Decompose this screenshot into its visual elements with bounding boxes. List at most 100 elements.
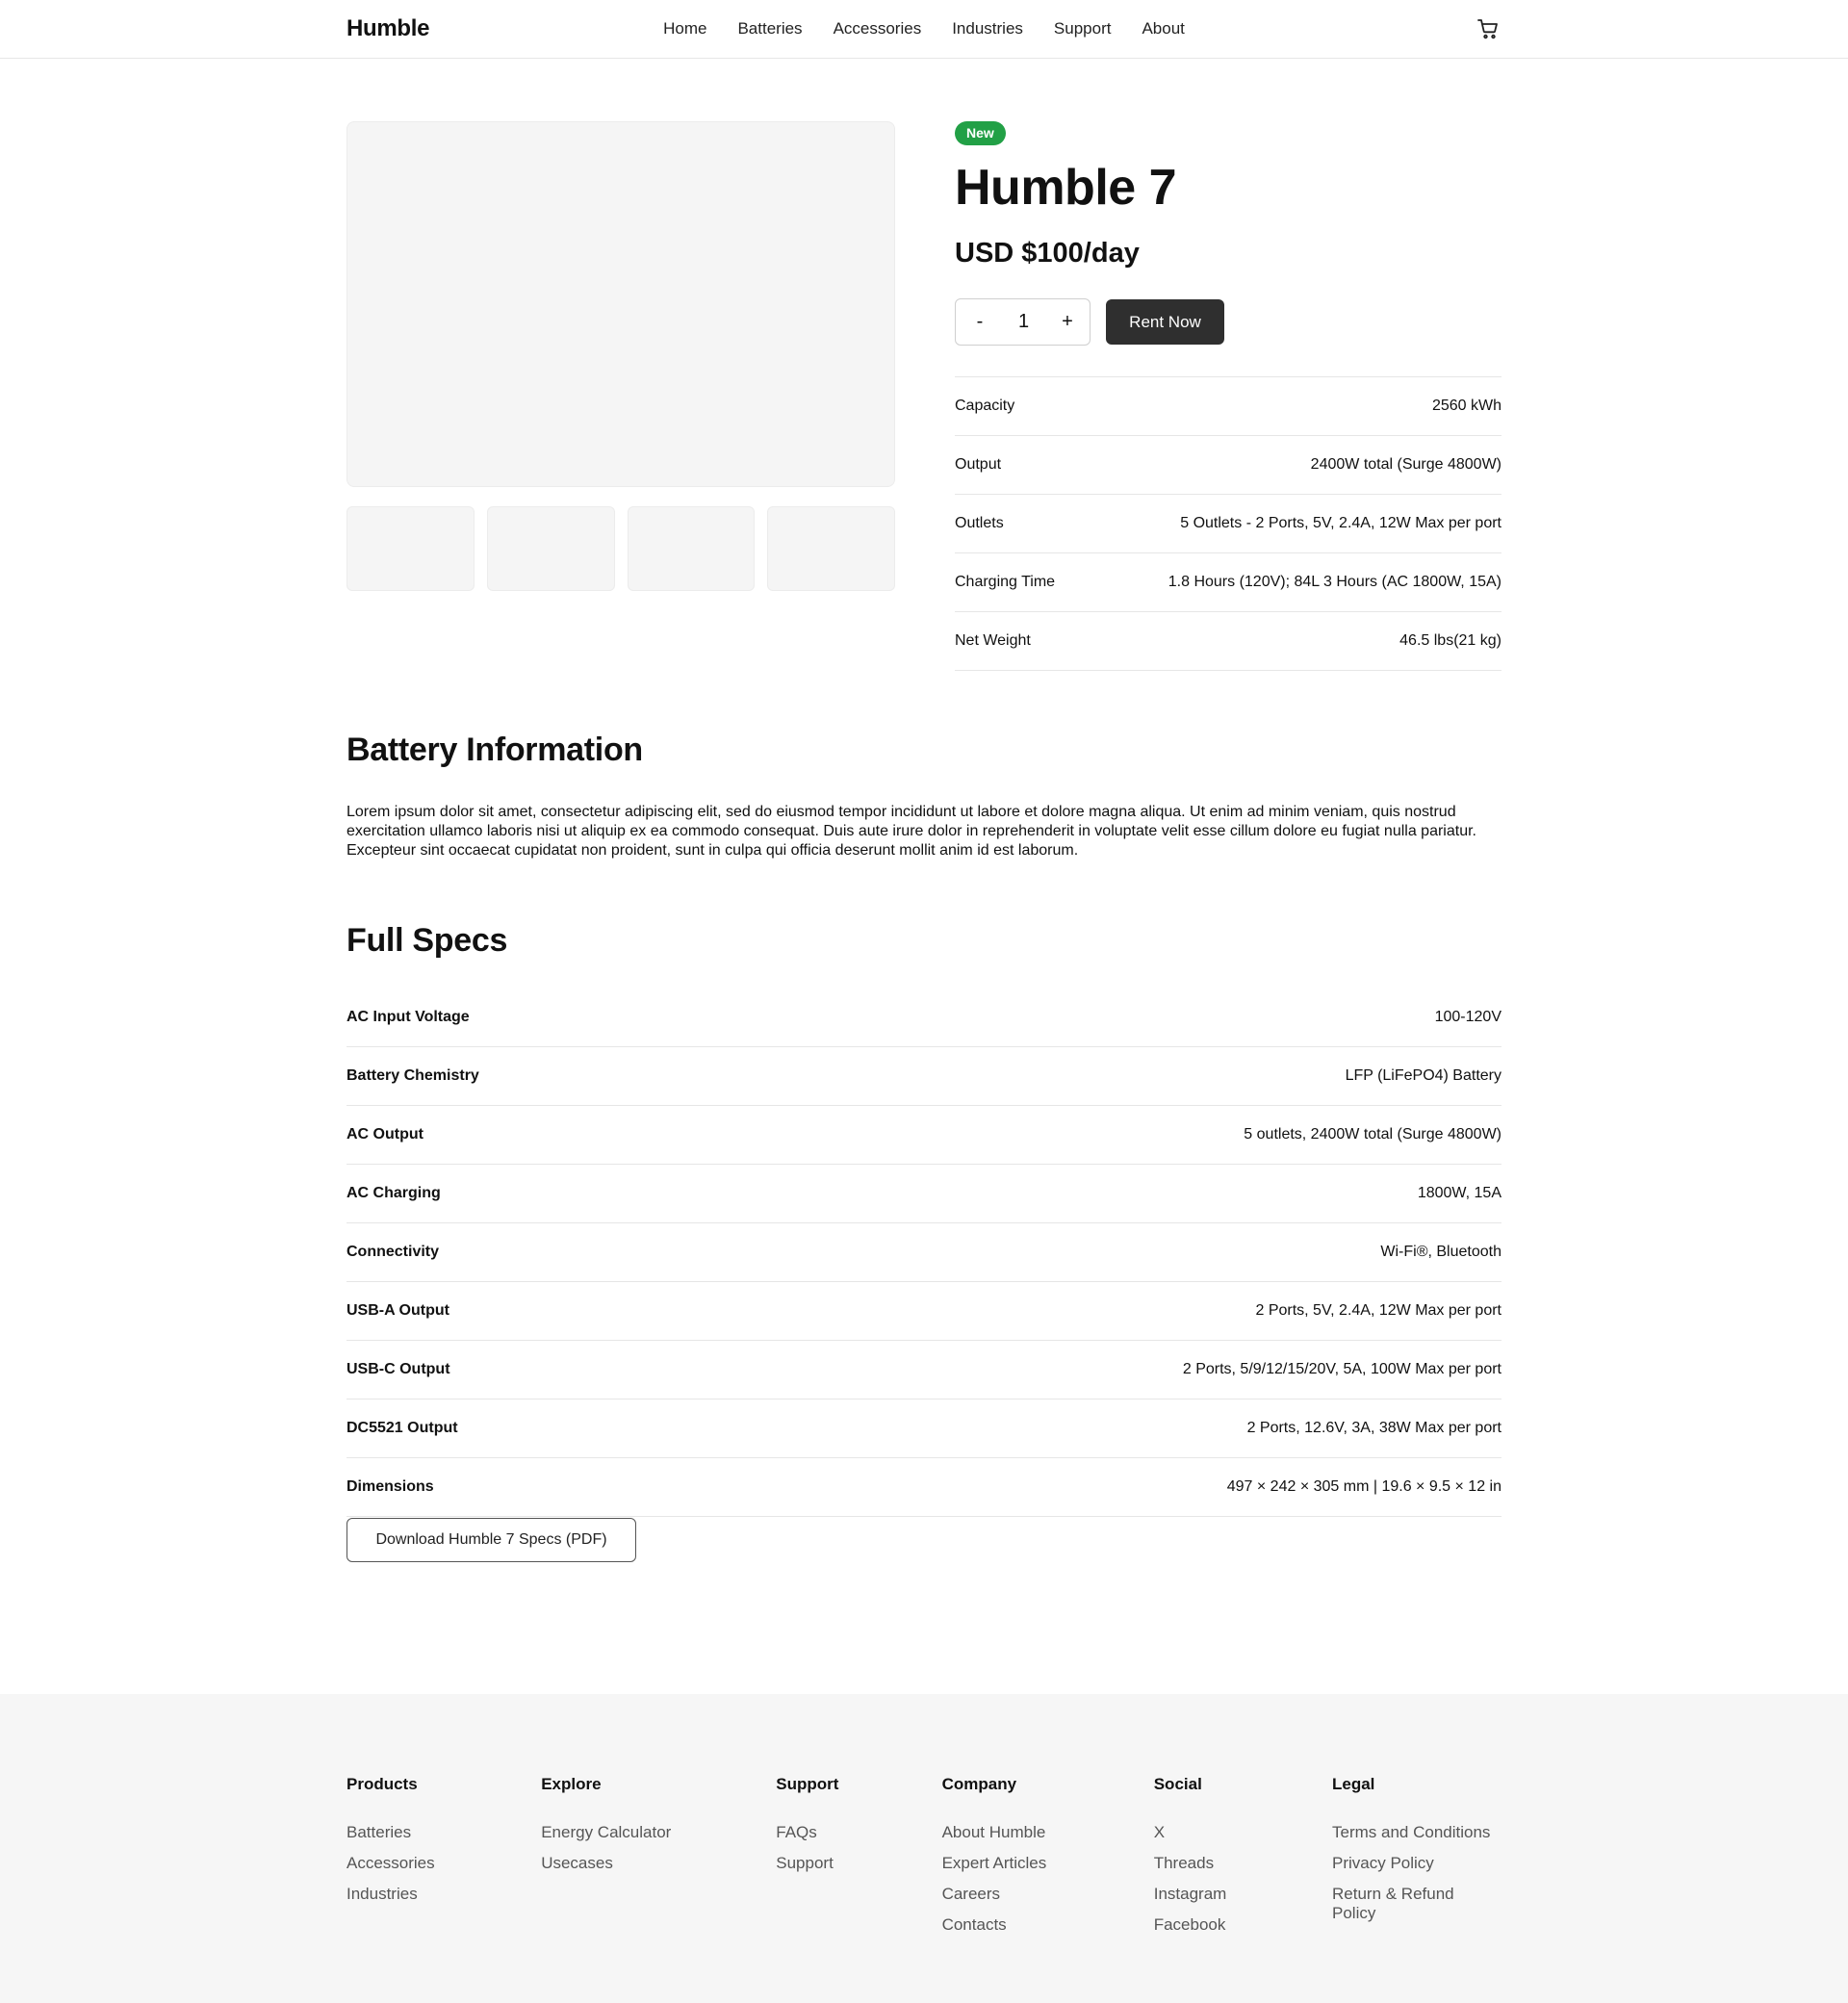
key-spec-row: Charging Time 1.8 Hours (120V); 84L 3 Ho… [955,553,1502,612]
footer-link[interactable]: Accessories [346,1854,541,1873]
spec-row: Dimensions 497 × 242 × 305 mm | 19.6 × 9… [346,1458,1502,1517]
nav-batteries[interactable]: Batteries [737,19,802,39]
footer-link[interactable]: Privacy Policy [1332,1854,1502,1873]
spec-row: AC Output 5 outlets, 2400W total (Surge … [346,1106,1502,1165]
battery-info-title: Battery Information [346,732,643,768]
download-specs-button[interactable]: Download Humble 7 Specs (PDF) [346,1518,636,1562]
product-info: New Humble 7 USD $100/day - 1 + Rent Now… [955,121,1502,671]
product-section: New Humble 7 USD $100/day - 1 + Rent Now… [346,59,1502,671]
nav-home[interactable]: Home [663,19,706,39]
nav-about[interactable]: About [1142,19,1184,39]
footer-link[interactable]: Threads [1154,1854,1332,1873]
spec-value: 2 Ports, 12.6V, 3A, 38W Max per port [1246,1420,1502,1436]
footer-link[interactable]: Industries [346,1885,541,1904]
spec-value: 100-120V [1434,1009,1502,1025]
product-title: Humble 7 [955,160,1177,216]
spec-label: Capacity [955,398,1015,414]
spec-label: Connectivity [346,1244,440,1260]
footer-link[interactable]: About Humble [942,1823,1154,1842]
footer-column-support: Support FAQs Support [776,1775,941,1946]
battery-info-body: Lorem ipsum dolor sit amet, consectetur … [346,804,1476,859]
spec-value: LFP (LiFePO4) Battery [1345,1067,1502,1084]
product-thumbnail[interactable] [627,506,756,591]
spec-label: AC Output [346,1126,424,1143]
footer-link[interactable]: FAQs [776,1823,941,1842]
product-price: USD $100/day [955,238,1140,269]
rent-now-button[interactable]: Rent Now [1106,299,1224,345]
footer-heading: Support [776,1775,839,1793]
spec-label: USB-C Output [346,1361,450,1377]
spec-label: DC5521 Output [346,1420,458,1436]
footer-link[interactable]: Careers [942,1885,1154,1904]
nav-industries[interactable]: Industries [952,19,1023,39]
footer-link[interactable]: Facebook [1154,1915,1332,1935]
spec-row: USB-A Output 2 Ports, 5V, 2.4A, 12W Max … [346,1282,1502,1341]
spec-value: 2 Ports, 5V, 2.4A, 12W Max per port [1255,1302,1502,1319]
battery-information-section: Battery Information Lorem ipsum dolor si… [346,732,1502,860]
purchase-actions: - 1 + Rent Now [955,298,1502,346]
footer-link[interactable]: X [1154,1823,1332,1842]
nav-accessories[interactable]: Accessories [834,19,922,39]
spec-label: Outlets [955,515,1004,531]
new-badge: New [955,121,1006,145]
spec-value: Wi-Fi®, Bluetooth [1380,1244,1502,1260]
spec-value: 1.8 Hours (120V); 84L 3 Hours (AC 1800W,… [1168,574,1502,590]
spec-label: Charging Time [955,574,1056,590]
footer-heading: Products [346,1775,418,1793]
spec-label: AC Charging [346,1185,441,1201]
key-spec-row: Output 2400W total (Surge 4800W) [955,436,1502,495]
footer-link[interactable]: Usecases [541,1854,776,1873]
logo[interactable]: Humble [346,15,430,42]
nav-support[interactable]: Support [1054,19,1112,39]
spec-label: Output [955,456,1002,473]
spec-value: 5 Outlets - 2 Ports, 5V, 2.4A, 12W Max p… [1180,515,1502,531]
key-spec-row: Net Weight 46.5 lbs(21 kg) [955,612,1502,671]
quantity-stepper: - 1 + [955,298,1091,346]
spec-label: Dimensions [346,1478,434,1495]
spec-value: 2560 kWh [1431,398,1502,414]
footer-link[interactable]: Return & Refund Policy [1332,1885,1502,1923]
footer-link[interactable]: Support [776,1854,941,1873]
spec-value: 46.5 lbs(21 kg) [1399,632,1502,649]
footer-column-explore: Explore Energy Calculator Usecases [541,1775,776,1946]
footer-column-social: Social X Threads Instagram Facebook [1154,1775,1332,1946]
product-gallery [346,121,895,671]
spec-value: 497 × 242 × 305 mm | 19.6 × 9.5 × 12 in [1226,1478,1502,1495]
footer-link[interactable]: Contacts [942,1915,1154,1935]
spec-row: AC Input Voltage 100-120V [346,989,1502,1047]
site-footer: Products Batteries Accessories Industrie… [0,1694,1848,2003]
spec-row: Connectivity Wi-Fi®, Bluetooth [346,1223,1502,1282]
spec-label: Net Weight [955,632,1031,649]
full-specs-section: Full Specs AC Input Voltage 100-120V Bat… [346,922,1502,1562]
footer-column-company: Company About Humble Expert Articles Car… [942,1775,1154,1946]
key-spec-row: Outlets 5 Outlets - 2 Ports, 5V, 2.4A, 1… [955,495,1502,553]
main-nav: Home Batteries Accessories Industries Su… [663,19,1185,39]
spec-label: USB-A Output [346,1302,449,1319]
product-thumbnail[interactable] [346,506,475,591]
full-specs-title: Full Specs [346,922,508,959]
product-thumbnail[interactable] [486,506,615,591]
footer-heading: Social [1153,1775,1202,1793]
thumbnail-row [346,506,895,591]
spec-value: 2 Ports, 5/9/12/15/20V, 5A, 100W Max per… [1182,1361,1502,1377]
spec-value: 1800W, 15A [1417,1185,1502,1201]
footer-link[interactable]: Energy Calculator [541,1823,776,1842]
spec-label: AC Input Voltage [346,1009,470,1025]
footer-link[interactable]: Terms and Conditions [1332,1823,1502,1842]
spec-row: AC Charging 1800W, 15A [346,1165,1502,1223]
footer-link[interactable]: Expert Articles [942,1854,1154,1873]
footer-heading: Explore [541,1775,602,1793]
cart-icon[interactable] [1475,15,1502,42]
product-main-image [346,121,895,487]
site-header: Humble Home Batteries Accessories Indust… [0,0,1848,59]
key-spec-row: Capacity 2560 kWh [955,377,1502,436]
decrement-button[interactable]: - [971,311,988,333]
quantity-value[interactable]: 1 [1018,311,1029,333]
spec-row: USB-C Output 2 Ports, 5/9/12/15/20V, 5A,… [346,1341,1502,1400]
increment-button[interactable]: + [1059,311,1076,333]
footer-heading: Company [941,1775,1017,1793]
spec-row: DC5521 Output 2 Ports, 12.6V, 3A, 38W Ma… [346,1400,1502,1458]
product-thumbnail[interactable] [767,506,895,591]
footer-link[interactable]: Instagram [1154,1885,1332,1904]
footer-link[interactable]: Batteries [346,1823,541,1842]
